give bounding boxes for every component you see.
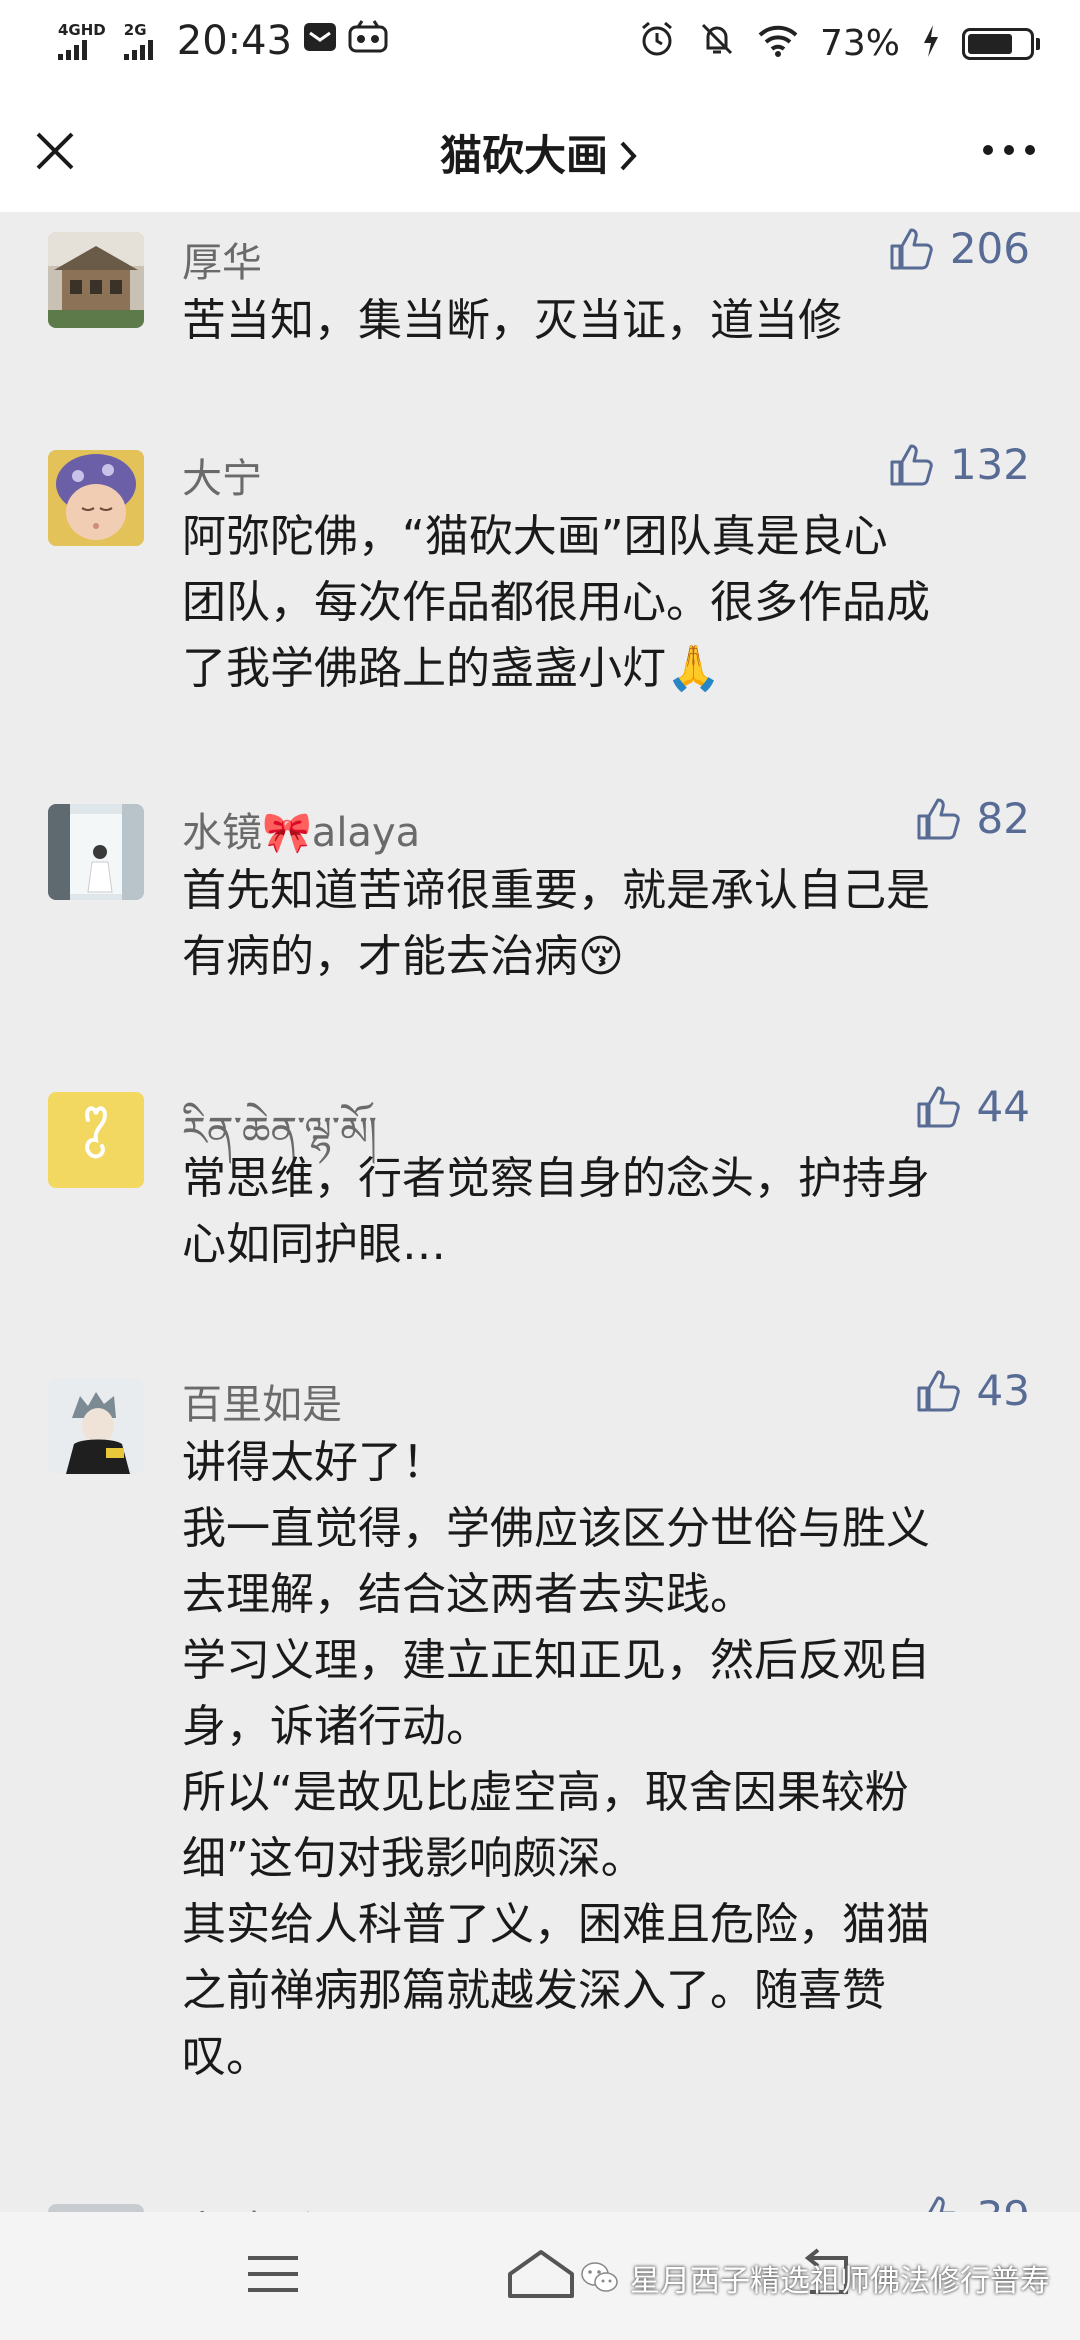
- watermark: 星月西子精选祖师佛法修行普寿: [580, 2256, 1050, 2300]
- thumbs-up-icon: [890, 444, 933, 485]
- comment-author[interactable]: 大宁: [182, 446, 262, 504]
- status-bar: 4GHD 2G 20:43 73%: [0, 0, 1080, 86]
- comment-text: 阿弥陀佛，“猫砍大画”团队真是良心 团队，每次作品都很用心。很多作品成 了我学佛…: [182, 511, 930, 694]
- page-title[interactable]: 猫砍大画: [0, 122, 1080, 183]
- like-count: 43: [976, 1366, 1030, 1415]
- comment-list[interactable]: 厚华 206 苦当知，集当断，灭当证，道当修 大宁 132 阿弥陀佛，“猫砍大画…: [0, 212, 1080, 2212]
- like-count: 132: [949, 440, 1030, 489]
- comment-author[interactable]: 百里如是: [182, 1372, 342, 1430]
- like-button[interactable]: 44: [915, 1082, 1030, 1131]
- like-button[interactable]: 43: [915, 1366, 1030, 1415]
- like-button[interactable]: 206: [888, 224, 1030, 273]
- avatar[interactable]: [48, 804, 144, 900]
- comment-text: 讲得太好了！ 我一直觉得，学佛应该区分世俗与胜义 去理解，结合这两者去实践。 学…: [182, 1437, 930, 2082]
- battery-icon: [962, 27, 1040, 60]
- like-count: 82: [976, 794, 1030, 843]
- like-count: 206: [949, 224, 1030, 273]
- thumbs-up-icon: [917, 1086, 960, 1127]
- thumbs-up-icon: [890, 228, 933, 269]
- notification-app-icon: [348, 19, 388, 64]
- like-button[interactable]: 39: [915, 2192, 1030, 2212]
- comment-text: 常思维，行者觉察自身的念头，护持身 心如同护眼…: [182, 1153, 930, 1270]
- status-time: 20:43: [176, 18, 293, 64]
- wechat-icon: [581, 2262, 618, 2292]
- notification-mail-icon: [302, 19, 338, 64]
- thumbs-up-icon: [917, 1370, 960, 1411]
- alarm-icon: [638, 20, 676, 67]
- avatar[interactable]: [48, 2204, 144, 2212]
- page-title-text: 猫砍大画: [439, 131, 608, 180]
- comment-text: 苦当知，集当断，灭当证，道当修: [182, 295, 842, 346]
- comment-text: 首先知道苦谛很重要，就是承认自己是 有病的，才能去治病😚: [182, 865, 930, 982]
- signal-4g-icon: 4GHD: [58, 22, 106, 60]
- charging-icon: [922, 22, 940, 66]
- like-button[interactable]: 82: [915, 794, 1030, 843]
- thumbs-up-icon: [918, 2196, 957, 2212]
- signal-2g-icon: 2G: [123, 22, 153, 60]
- home-icon[interactable]: [506, 2248, 576, 2304]
- thumbs-up-icon: [917, 798, 960, 839]
- battery-percent: 73%: [819, 23, 900, 64]
- menu-icon[interactable]: [246, 2252, 300, 2300]
- like-button[interactable]: 132: [888, 440, 1030, 489]
- bottom-nav-bar: 星月西子精选祖师佛法修行普寿: [0, 2212, 1080, 2340]
- watermark-text: 星月西子精选祖师佛法修行普寿: [630, 2264, 1050, 2299]
- mute-bell-icon: [698, 20, 736, 67]
- comment-author[interactable]: 小时不识月: [182, 2198, 382, 2212]
- wifi-icon: [758, 22, 798, 66]
- comment-author[interactable]: 水镜🎀alaya: [182, 800, 420, 858]
- avatar[interactable]: [48, 1092, 144, 1188]
- like-count: 39: [977, 2192, 1030, 2212]
- more-options-icon[interactable]: [974, 130, 1044, 170]
- avatar[interactable]: [48, 450, 144, 546]
- chevron-right-icon: [618, 134, 640, 183]
- nav-bar: 猫砍大画: [0, 86, 1080, 212]
- like-count: 44: [976, 1082, 1030, 1131]
- avatar[interactable]: [48, 232, 144, 328]
- avatar[interactable]: [48, 1378, 144, 1474]
- comment-author[interactable]: 厚华: [182, 230, 262, 288]
